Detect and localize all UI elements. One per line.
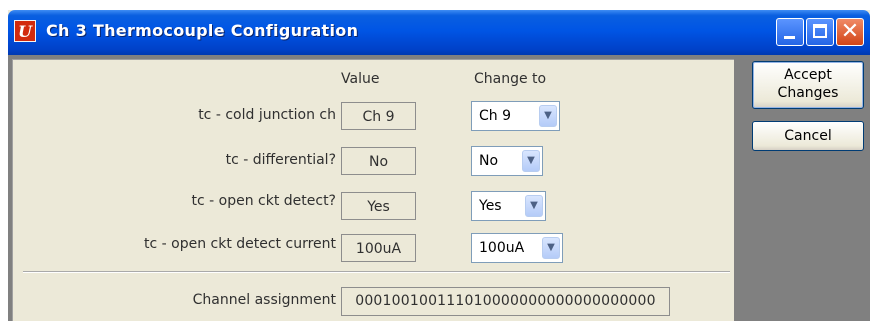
channel-assignment-label: Channel assignment (192, 292, 336, 308)
close-icon: ✕ (840, 19, 860, 44)
maximize-icon (813, 24, 827, 38)
chevron-down-icon[interactable]: ▼ (525, 195, 543, 217)
maximize-button[interactable] (806, 18, 834, 46)
title-bar[interactable]: U Ch 3 Thermocouple Configuration ✕ (8, 10, 870, 55)
divider (23, 271, 730, 273)
open-ckt-current-value: 100uA (341, 234, 416, 262)
minimize-button[interactable] (776, 18, 804, 46)
open-ckt-detect-value: Yes (341, 192, 416, 220)
app-icon[interactable]: U (14, 20, 36, 42)
client-area: Value Change to tc - cold junction ch Ch… (8, 55, 870, 321)
cancel-button[interactable]: Cancel (752, 121, 864, 151)
chevron-down-icon[interactable]: ▼ (542, 237, 560, 259)
differential-select[interactable]: No ▼ (471, 146, 543, 176)
cold-junction-label: tc - cold junction ch (198, 107, 336, 123)
change-to-column-header: Change to (474, 71, 547, 87)
open-ckt-current-select[interactable]: 100uA ▼ (471, 233, 563, 263)
settings-panel: Value Change to tc - cold junction ch Ch… (12, 59, 734, 321)
chevron-down-icon[interactable]: ▼ (522, 150, 540, 172)
differential-value: No (341, 147, 416, 175)
open-ckt-detect-select[interactable]: Yes ▼ (471, 191, 546, 221)
cold-junction-select[interactable]: Ch 9 ▼ (471, 101, 560, 131)
accept-button-line2: Changes (777, 85, 839, 101)
differential-label: tc - differential? (225, 152, 336, 168)
chevron-down-icon[interactable]: ▼ (539, 105, 557, 127)
window-title: Ch 3 Thermocouple Configuration (46, 21, 359, 40)
accept-changes-button[interactable]: Accept Changes (752, 61, 864, 109)
cold-junction-value: Ch 9 (341, 102, 416, 130)
close-button[interactable]: ✕ (836, 18, 864, 46)
open-ckt-current-label: tc - open ckt detect current (143, 236, 336, 252)
channel-assignment-value: 000100100111010000000000000000000 (341, 287, 670, 316)
open-ckt-detect-label: tc - open ckt detect? (191, 193, 337, 209)
cold-junction-selected: Ch 9 (479, 108, 512, 124)
minimize-icon (784, 36, 795, 39)
dialog-window: U Ch 3 Thermocouple Configuration ✕ Valu… (8, 10, 870, 321)
accept-button-line1: Accept (784, 67, 832, 83)
differential-selected: No (479, 153, 499, 169)
open-ckt-current-selected: 100uA (479, 240, 525, 256)
open-ckt-detect-selected: Yes (479, 198, 502, 214)
value-column-header: Value (341, 71, 380, 87)
